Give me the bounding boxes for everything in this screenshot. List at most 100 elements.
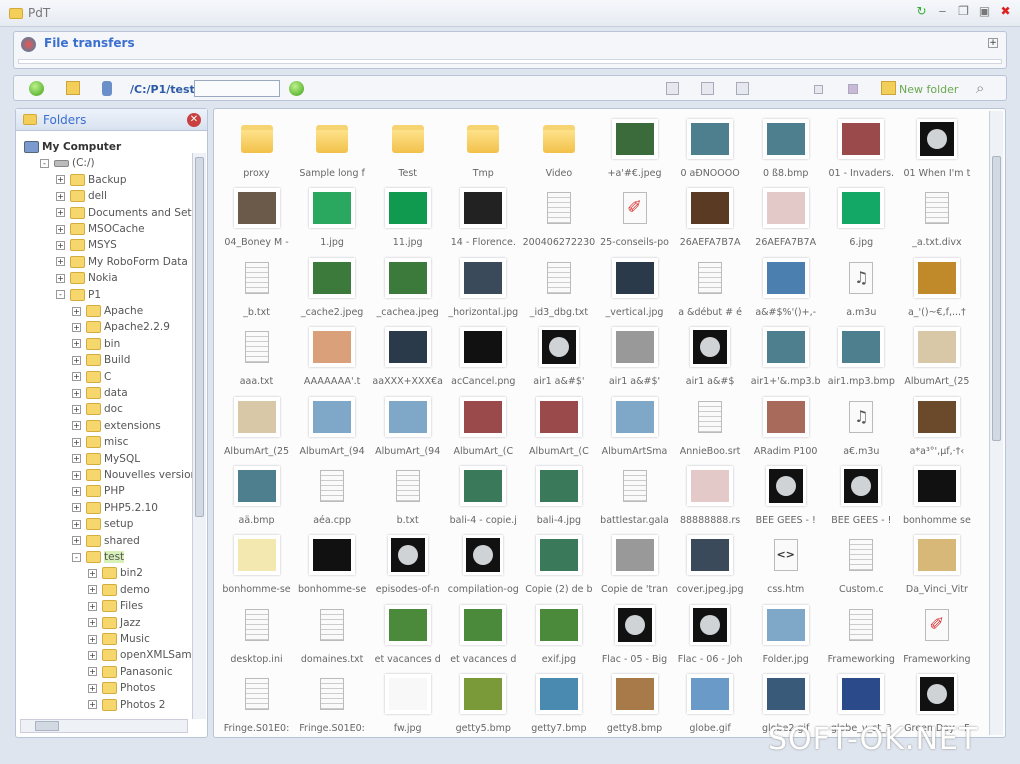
expand-icon[interactable]: + <box>56 175 65 185</box>
current-path[interactable]: /C:/P1/test/ <box>130 83 199 96</box>
tree-item[interactable]: + misc <box>72 434 128 450</box>
file-item[interactable]: Sample long f <box>295 119 370 187</box>
tree-item[interactable]: + MSOCache <box>56 221 145 237</box>
filter-icon[interactable] <box>848 84 858 94</box>
file-item[interactable]: AlbumArt_(94 <box>370 396 445 465</box>
file-item[interactable]: 6.jpg <box>824 188 899 256</box>
file-item[interactable]: aéa.cpp <box>295 466 370 534</box>
file-item[interactable]: air1 a&#$' <box>597 327 672 395</box>
close-button[interactable]: ✖ <box>999 5 1012 18</box>
tree-item[interactable]: + Backup <box>56 172 127 188</box>
file-item[interactable]: Da_Vinci_Vitr <box>899 535 974 603</box>
tree-item[interactable]: + Nokia <box>56 270 118 286</box>
file-item[interactable]: 26AEFA7B7A <box>748 188 823 256</box>
parent-folder-icon[interactable] <box>66 81 80 95</box>
file-item[interactable]: 88888888.rs <box>673 466 748 534</box>
close-folders-icon[interactable]: ✕ <box>187 113 201 127</box>
tree-item[interactable]: + bin <box>72 336 120 352</box>
collapse-icon[interactable]: - <box>72 552 81 562</box>
expand-icon[interactable]: + <box>88 700 97 710</box>
tree-item[interactable]: + openXMLSamples <box>88 647 192 663</box>
file-item[interactable]: 200406272230 <box>521 188 596 256</box>
file-item[interactable]: episodes-of-n <box>370 535 445 603</box>
tree-item[interactable]: + MySQL <box>72 451 140 467</box>
file-item[interactable]: 04_Boney M - <box>219 188 294 256</box>
file-item[interactable]: et vacances d <box>446 604 521 673</box>
tree-item[interactable]: + Photos <box>88 680 155 696</box>
file-item[interactable]: b.txt <box>370 466 445 534</box>
file-item[interactable]: 11.jpg <box>370 188 445 256</box>
expand-icon[interactable]: + <box>56 208 65 218</box>
expand-icon[interactable]: + <box>88 568 97 578</box>
file-item[interactable]: Tmp <box>446 119 521 187</box>
file-item[interactable]: 01 When I'm t <box>899 119 974 187</box>
file-item[interactable]: a_'()~€,f,...† <box>899 257 974 326</box>
expand-icon[interactable]: + <box>56 224 65 234</box>
tree-item[interactable]: + setup <box>72 516 133 532</box>
file-item[interactable]: Video <box>521 119 596 187</box>
expand-icon[interactable]: + <box>72 454 81 464</box>
file-item[interactable]: AnnieBoo.srt <box>673 397 748 465</box>
file-item[interactable]: BEE GEES - ! <box>748 466 823 534</box>
file-item[interactable]: 26AEFA7B7A <box>673 188 748 256</box>
file-item[interactable]: Fringe.S01E0: <box>295 674 370 742</box>
file-item[interactable]: bali-4 - copie.j <box>446 466 521 534</box>
maximize-button[interactable]: ▣ <box>978 5 991 18</box>
files-scroll-thumb[interactable] <box>992 156 1001 441</box>
file-item[interactable]: 0 aÐÑÒÓÔÕ <box>673 119 748 187</box>
files-scrollbar[interactable] <box>989 111 1003 735</box>
tree-item[interactable]: + Files <box>88 598 143 614</box>
expand-icon[interactable]: + <box>56 257 65 267</box>
file-item[interactable]: battlestar.gala <box>597 466 672 534</box>
tree-item[interactable]: + data <box>72 385 128 401</box>
file-item[interactable]: desktop.ini <box>219 605 294 673</box>
file-item[interactable]: air1 a&#$' <box>521 327 596 395</box>
file-item[interactable]: _vertical.jpg <box>597 257 672 326</box>
expand-icon[interactable]: + <box>72 421 81 431</box>
tree-scroll-thumb[interactable] <box>195 157 204 517</box>
tree-item[interactable]: + Build <box>72 352 130 368</box>
file-item[interactable]: AlbumArtSma <box>597 396 672 465</box>
expand-icon[interactable]: + <box>88 634 97 644</box>
new-folder-button[interactable]: New folder <box>899 83 958 96</box>
minimize-button[interactable]: ‒ <box>936 5 949 18</box>
expand-icon[interactable]: + <box>72 372 81 382</box>
expand-icon[interactable]: + <box>72 355 81 365</box>
file-item[interactable]: compilation-og <box>446 535 521 603</box>
file-transfers-title[interactable]: File transfers <box>44 36 135 50</box>
expand-icon[interactable]: + <box>56 191 65 201</box>
tree-item[interactable]: + demo <box>88 582 150 598</box>
file-item[interactable]: getty5.bmp <box>446 674 521 742</box>
file-item[interactable]: ✐ 25-conseils-po <box>597 188 672 256</box>
file-item[interactable]: _horizontal.jpg <box>446 257 521 326</box>
tree-item[interactable]: - test <box>72 549 125 565</box>
file-item[interactable]: AAAAAAA'.t <box>295 327 370 395</box>
file-item[interactable]: Fringe.S01E0: <box>219 674 294 742</box>
file-item[interactable]: bonhomme se <box>899 466 974 534</box>
file-item[interactable]: fw.jpg <box>370 674 445 742</box>
file-item[interactable]: acCancel.png <box>446 327 521 395</box>
file-item[interactable]: globe.gif <box>673 674 748 742</box>
file-item[interactable]: _b.txt <box>219 258 294 326</box>
go-icon[interactable] <box>289 81 304 96</box>
refresh-icon[interactable]: ↻ <box>915 5 928 18</box>
expand-icon[interactable]: + <box>72 339 81 349</box>
expand-icon[interactable]: + <box>72 503 81 513</box>
file-item[interactable]: +a'#€.jpeg <box>597 119 672 187</box>
file-item[interactable]: exif.jpg <box>521 604 596 673</box>
tree-item[interactable]: + My RoboForm Data <box>56 254 188 270</box>
file-item[interactable]: Copie de 'tran <box>597 535 672 603</box>
expand-icon[interactable]: + <box>88 683 97 693</box>
file-item[interactable]: ♫ a.m3u <box>824 258 899 326</box>
file-item[interactable]: aä.bmp <box>219 466 294 534</box>
expand-icon[interactable]: + <box>88 650 97 660</box>
collapse-icon[interactable]: - <box>56 290 65 300</box>
tree-item[interactable]: + extensions <box>72 418 161 434</box>
expand-icon[interactable]: + <box>72 306 81 316</box>
file-item[interactable]: _cachea.jpeg <box>370 257 445 326</box>
expand-icon[interactable]: + <box>72 388 81 398</box>
sort-icon[interactable] <box>814 85 823 94</box>
expand-icon[interactable]: + <box>72 437 81 447</box>
file-item[interactable]: Test <box>370 119 445 187</box>
back-icon[interactable] <box>29 81 44 96</box>
